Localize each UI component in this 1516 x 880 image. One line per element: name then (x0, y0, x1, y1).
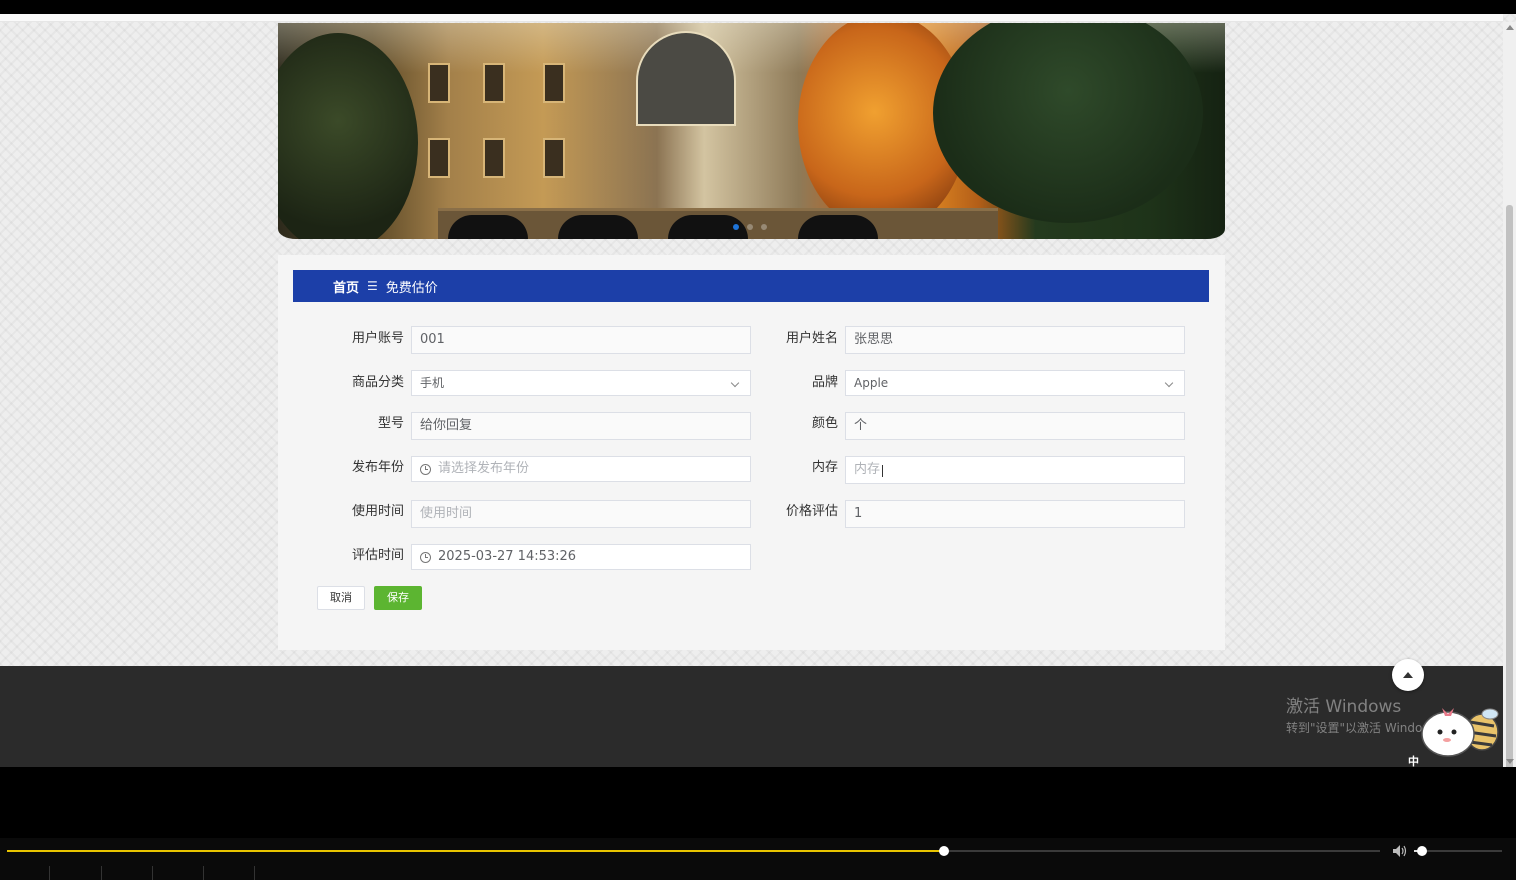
progress-fill (7, 850, 945, 852)
breadcrumb-home[interactable]: 首页 (333, 277, 359, 296)
player-segment (102, 866, 153, 880)
memory-input[interactable]: 内存 (845, 456, 1185, 484)
top-black-bar (0, 0, 1516, 14)
scrollbar-thumb[interactable] (1506, 205, 1513, 767)
usage-time-label: 使用时间 (351, 504, 404, 519)
carousel-dot[interactable] (761, 224, 767, 230)
save-button[interactable]: 保存 (374, 586, 422, 610)
model-value: 给你回复 (420, 418, 473, 433)
clock-icon (420, 463, 431, 475)
clock-icon (420, 551, 431, 563)
price-estimate-label: 价格评估 (785, 504, 838, 519)
scroll-up-icon[interactable] (1506, 25, 1514, 30)
player-segment (204, 866, 255, 880)
chevron-down-icon (730, 378, 740, 388)
cancel-button[interactable]: 取消 (317, 586, 365, 610)
model-input[interactable]: 给你回复 (411, 412, 751, 440)
price-estimate-value: 1 (854, 506, 863, 521)
back-to-top-button[interactable] (1392, 659, 1424, 691)
release-year-placeholder: 请选择发布年份 (438, 461, 530, 476)
banner-arcade (438, 208, 998, 239)
banner-arch (558, 215, 638, 239)
user-name-value: 张思思 (854, 332, 894, 347)
banner-window (483, 63, 505, 103)
page-footer (0, 666, 1503, 767)
progress-bar[interactable] (7, 846, 1380, 856)
eval-time-value: 2025-03-27 14:53:26 (438, 549, 577, 564)
color-label: 颜色 (811, 416, 838, 431)
page-top-strip (0, 14, 1503, 22)
eval-time-label: 评估时间 (351, 548, 404, 563)
progress-handle[interactable] (939, 846, 950, 856)
brand-value: Apple (854, 376, 889, 390)
release-year-label: 发布年份 (351, 460, 404, 475)
category-select[interactable]: 手机 (411, 370, 751, 396)
speaker-icon[interactable] (1392, 844, 1408, 858)
browser-viewport: 首页 ☰ 免费估价 用户账号 001 用户姓名 张思思 商品分类 手机 品牌 A… (0, 0, 1516, 767)
breadcrumb-current: 免费估价 (385, 280, 438, 296)
price-estimate-input[interactable]: 1 (845, 500, 1185, 528)
volume-slider[interactable] (1414, 846, 1502, 856)
banner-window (428, 63, 450, 103)
carousel-dot[interactable] (733, 224, 739, 230)
banner-window (543, 63, 565, 103)
banner-tree-right (933, 23, 1203, 223)
arrow-up-icon (1403, 672, 1413, 678)
breadcrumb: 首页 ☰ 免费估价 (293, 270, 1209, 302)
color-value: 个 (854, 418, 868, 433)
chevron-down-icon (1164, 378, 1174, 388)
player-segment (50, 866, 102, 880)
ime-indicator[interactable]: 中 (1408, 753, 1419, 767)
player-segment (0, 866, 50, 880)
memory-label: 内存 (811, 460, 838, 475)
color-input[interactable]: 个 (845, 412, 1185, 440)
eval-time-picker[interactable]: 2025-03-27 14:53:26 (411, 544, 751, 570)
text-cursor-icon (882, 465, 884, 477)
category-value: 手机 (420, 376, 445, 390)
brand-label: 品牌 (811, 375, 838, 390)
volume-handle[interactable] (1416, 846, 1427, 856)
form-panel: 首页 ☰ 免费估价 用户账号 001 用户姓名 张思思 商品分类 手机 品牌 A… (278, 255, 1225, 650)
user-name-label: 用户姓名 (785, 331, 838, 346)
banner-window (543, 138, 565, 178)
carousel-indicators (733, 224, 767, 230)
player-segment (153, 866, 204, 880)
banner-window (428, 138, 450, 178)
video-player-controls (0, 838, 1516, 880)
category-label: 商品分类 (351, 375, 404, 390)
scroll-down-icon[interactable] (1506, 759, 1514, 764)
vertical-scrollbar[interactable] (1503, 22, 1516, 767)
banner-window (483, 138, 505, 178)
user-account-value: 001 (420, 332, 445, 347)
memory-placeholder: 内存 (854, 462, 881, 477)
brand-select[interactable]: Apple (845, 370, 1185, 396)
carousel-dot[interactable] (747, 224, 753, 230)
release-year-picker[interactable]: 请选择发布年份 (411, 456, 751, 482)
user-account-label: 用户账号 (351, 331, 404, 346)
menu-icon: ☰ (367, 279, 378, 293)
banner-arch (798, 215, 878, 239)
usage-time-placeholder: 使用时间 (420, 506, 473, 521)
banner-gothic-window (636, 31, 736, 126)
player-bottom-strip (0, 866, 1516, 880)
mascot-sticker-icon (1421, 708, 1499, 757)
banner-arch (448, 215, 528, 239)
user-name-input[interactable]: 张思思 (845, 326, 1185, 354)
user-account-input[interactable]: 001 (411, 326, 751, 354)
model-label: 型号 (377, 416, 404, 431)
carousel-banner[interactable] (278, 23, 1225, 239)
usage-time-input[interactable]: 使用时间 (411, 500, 751, 528)
